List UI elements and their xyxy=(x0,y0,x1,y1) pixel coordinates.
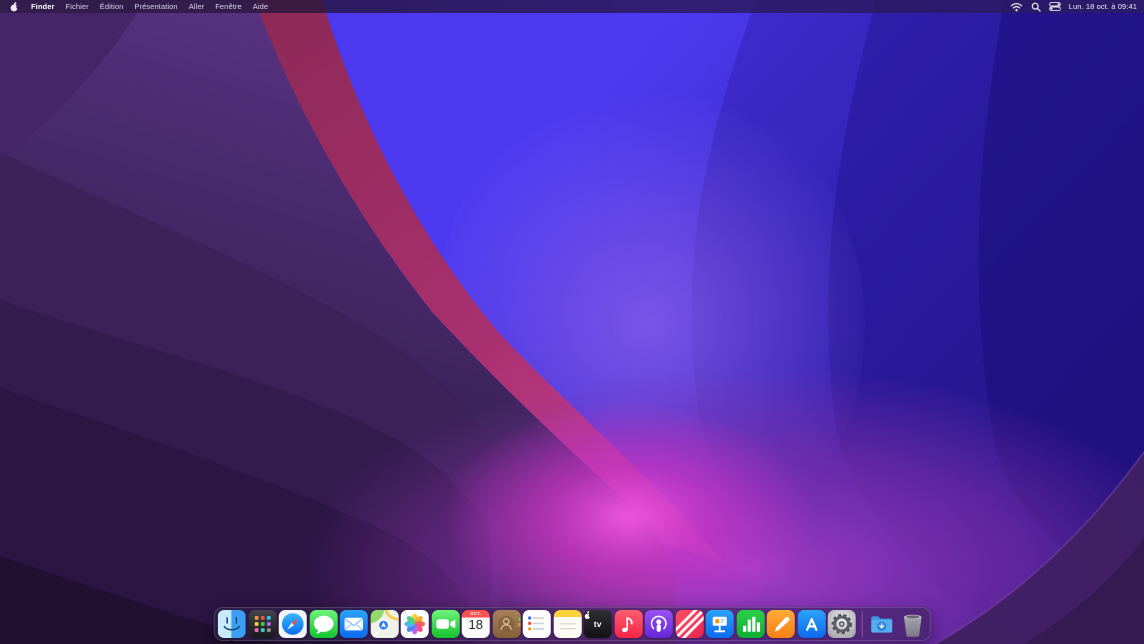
dock-item-podcasts[interactable] xyxy=(645,610,673,638)
dock-item-keynote[interactable] xyxy=(706,610,734,638)
app-store-icon xyxy=(797,610,825,638)
dock-item-calendar[interactable]: OCT. 18 xyxy=(462,610,490,638)
dock-item-finder[interactable] xyxy=(218,610,246,638)
dock-item-pages[interactable] xyxy=(767,610,795,638)
app-menus: Finder Fichier Édition Présentation Alle… xyxy=(31,2,268,11)
running-indicator xyxy=(231,638,234,641)
mail-envelope-icon xyxy=(340,610,368,638)
wifi-icon[interactable] xyxy=(1010,2,1023,12)
apple-menu[interactable] xyxy=(9,1,20,13)
messages-bubble-icon xyxy=(309,610,337,638)
contacts-person-icon xyxy=(492,610,520,638)
podcasts-icon xyxy=(645,610,673,638)
finder-icon xyxy=(218,610,246,638)
menu-fichier[interactable]: Fichier xyxy=(66,2,89,11)
dock-item-contacts[interactable] xyxy=(492,610,520,638)
dock-item-messages[interactable] xyxy=(309,610,337,638)
dock-item-apple-tv[interactable]: tv xyxy=(584,610,612,638)
menu-aller[interactable]: Aller xyxy=(189,2,205,11)
dock-item-safari[interactable] xyxy=(279,610,307,638)
dock-item-app-store[interactable] xyxy=(797,610,825,638)
dock-separator xyxy=(861,611,862,637)
menu-aide[interactable]: Aide xyxy=(253,2,268,11)
safari-compass-icon xyxy=(279,610,307,638)
calendar-day-label: 18 xyxy=(462,617,490,632)
calendar-month-label: OCT. xyxy=(462,611,490,616)
control-center-icon[interactable] xyxy=(1049,2,1061,11)
dock-item-launchpad[interactable] xyxy=(248,610,276,638)
gear-icon xyxy=(828,610,856,638)
news-icon xyxy=(675,610,703,638)
maps-icon xyxy=(370,610,398,638)
wallpaper-monterey xyxy=(0,0,1144,644)
numbers-chart-icon xyxy=(736,610,764,638)
dock-item-downloads[interactable] xyxy=(868,610,896,638)
dock-item-trash[interactable] xyxy=(898,610,926,638)
menu-edition[interactable]: Édition xyxy=(100,2,124,11)
dock-item-numbers[interactable] xyxy=(736,610,764,638)
keynote-podium-icon xyxy=(706,610,734,638)
dock-item-news[interactable] xyxy=(675,610,703,638)
trash-icon xyxy=(898,610,926,638)
menu-presentation[interactable]: Présentation xyxy=(134,2,177,11)
status-area: Lun. 18 oct. à 09:41 xyxy=(1010,2,1137,12)
reminders-list-icon xyxy=(523,610,551,638)
menu-bar-clock[interactable]: Lun. 18 oct. à 09:41 xyxy=(1069,2,1137,11)
apple-logo-small-icon xyxy=(584,610,592,621)
menu-fenetre[interactable]: Fenêtre xyxy=(215,2,242,11)
dock-item-music[interactable] xyxy=(614,610,642,638)
desktop: Finder Fichier Édition Présentation Alle… xyxy=(0,0,1144,644)
dock: OCT. 18 xyxy=(214,607,931,641)
launchpad-icon xyxy=(248,610,276,638)
dock-item-reminders[interactable] xyxy=(523,610,551,638)
pages-pen-icon xyxy=(767,610,795,638)
photos-pinwheel-icon xyxy=(401,610,429,638)
dock-item-facetime[interactable] xyxy=(431,610,459,638)
apple-tv-label: tv xyxy=(594,619,602,629)
notes-icon xyxy=(553,610,581,638)
apple-icon xyxy=(9,1,20,13)
downloads-folder-icon xyxy=(868,610,896,638)
music-note-icon xyxy=(614,610,642,638)
dock-item-notes[interactable] xyxy=(553,610,581,638)
dock-item-system-preferences[interactable] xyxy=(828,610,856,638)
spotlight-search-icon[interactable] xyxy=(1031,2,1041,12)
dock-item-photos[interactable] xyxy=(401,610,429,638)
menu-finder[interactable]: Finder xyxy=(31,2,55,11)
facetime-camera-icon xyxy=(431,610,459,638)
menu-bar: Finder Fichier Édition Présentation Alle… xyxy=(0,0,1144,13)
dock-item-maps[interactable] xyxy=(370,610,398,638)
dock-item-mail[interactable] xyxy=(340,610,368,638)
